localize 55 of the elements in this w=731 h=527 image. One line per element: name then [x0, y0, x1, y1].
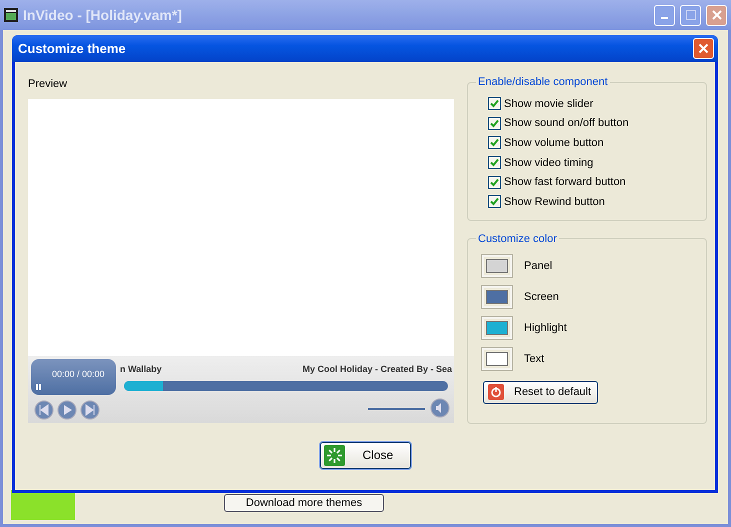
check-icon — [490, 138, 499, 148]
check-icon — [490, 158, 499, 168]
color-swatch-button[interactable] — [482, 286, 512, 308]
pause-icon — [36, 384, 41, 390]
checkbox[interactable] — [488, 97, 501, 110]
close-icon — [712, 10, 722, 20]
check-icon — [490, 178, 499, 187]
checkbox-label[interactable]: Show fast forward button — [504, 176, 626, 188]
checkbox-label[interactable]: Show movie slider — [504, 98, 594, 110]
maximize-button[interactable] — [680, 4, 701, 26]
forward-icon[interactable] — [80, 400, 100, 420]
reset-button[interactable]: Reset to default — [483, 380, 598, 404]
checkbox-label[interactable]: Show Rewind button — [504, 196, 605, 208]
movie-slider[interactable] — [124, 381, 448, 391]
check-icon — [490, 99, 499, 108]
preview-label: Preview — [28, 78, 68, 90]
volume-slider[interactable] — [368, 405, 428, 412]
close-icon — [698, 43, 709, 54]
play-icon[interactable] — [57, 400, 77, 420]
checkbox[interactable] — [488, 195, 501, 208]
color-label: Panel — [524, 260, 552, 272]
dialog-title: Customize theme — [18, 41, 127, 56]
close-button[interactable] — [693, 38, 714, 59]
color-label: Highlight — [524, 322, 567, 334]
checkbox-label[interactable]: Show volume button — [504, 136, 604, 149]
checkbox[interactable] — [488, 176, 501, 189]
color-swatch-button[interactable] — [482, 317, 512, 340]
speaker-icon[interactable] — [430, 398, 450, 418]
group-title: Customize color — [477, 232, 558, 245]
window-title: InVideo - [Holiday.vam*] — [23, 7, 183, 23]
spinner-icon — [324, 444, 344, 466]
group-title: Enable/disable component — [477, 76, 609, 88]
maximize-icon — [686, 10, 696, 20]
check-icon — [490, 118, 499, 128]
download-themes-button[interactable]: Download more themes — [224, 494, 384, 512]
thumbnail — [11, 490, 75, 520]
movie-caption: n Wallaby — [120, 364, 162, 374]
close-dialog-button[interactable]: Close — [320, 442, 410, 469]
color-label: Text — [524, 353, 544, 366]
color-swatch-button[interactable] — [482, 348, 512, 370]
color-swatch-button[interactable] — [482, 255, 512, 278]
power-icon — [488, 384, 504, 400]
app-icon — [4, 8, 18, 22]
checkbox[interactable] — [488, 156, 501, 170]
color-label: Screen — [524, 291, 559, 304]
time-text: 00:00 / 00:00 — [52, 369, 105, 379]
checkbox-label[interactable]: Show video timing — [504, 156, 594, 169]
minimize-button[interactable] — [654, 4, 675, 26]
check-icon — [490, 197, 499, 206]
close-button[interactable] — [706, 4, 727, 26]
checkbox[interactable] — [488, 136, 501, 150]
rewind-icon[interactable] — [34, 400, 54, 420]
movie-caption: My Cool Holiday - Created By - Sea — [302, 364, 452, 374]
checkbox[interactable] — [488, 116, 501, 130]
checkbox-label[interactable]: Show sound on/off button — [504, 117, 629, 130]
